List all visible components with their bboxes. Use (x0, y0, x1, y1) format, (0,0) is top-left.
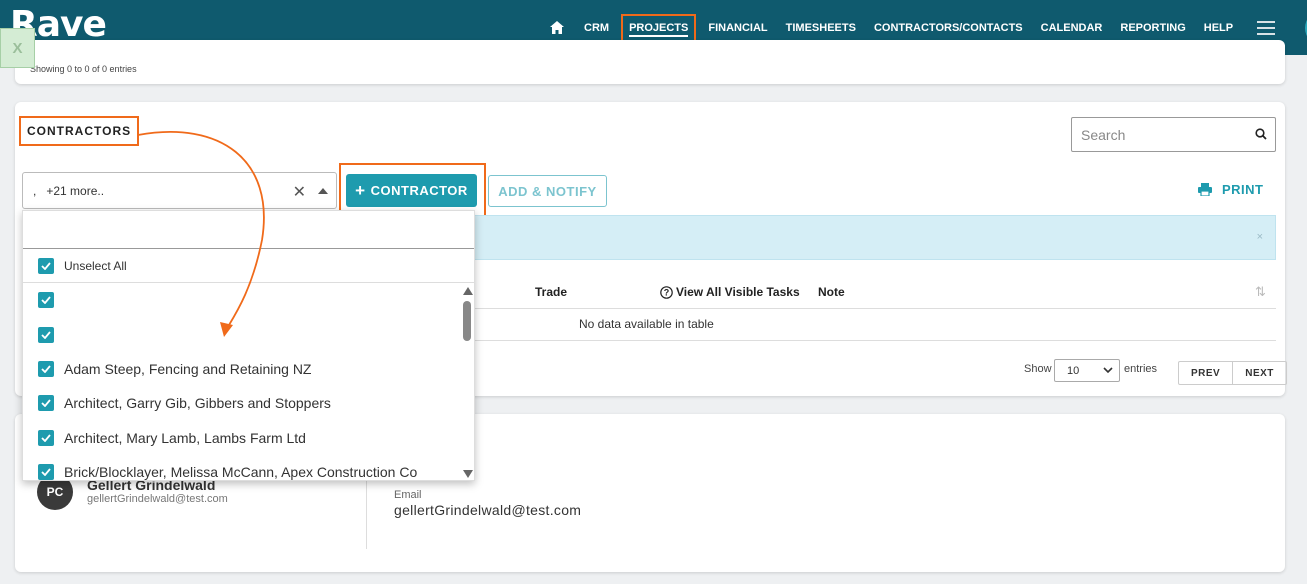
dropdown-scrollbar[interactable] (461, 283, 474, 480)
plus-icon: + (355, 180, 366, 200)
projects-card: Showing 0 to 0 of 0 entries (15, 40, 1285, 84)
email-value: gellertGrindelwald@test.com (394, 502, 582, 518)
table-divider (470, 308, 1276, 309)
dropdown-option[interactable] (23, 283, 463, 317)
dropdown-search-input[interactable] (23, 211, 474, 249)
email-label: Email (394, 489, 422, 501)
svg-text:?: ? (664, 287, 670, 297)
menu-icon[interactable] (1257, 20, 1276, 35)
close-overlay-button[interactable]: X (0, 28, 35, 68)
multiselect-dropdown: Unselect All Adam Steep, Fencing and Ret… (22, 210, 475, 481)
scroll-up-icon[interactable] (463, 287, 473, 295)
empty-table-message: No data available in table (579, 317, 714, 331)
prev-button[interactable]: PREV (1179, 362, 1232, 384)
nav-help[interactable]: HELP (1204, 22, 1233, 34)
page-size-select[interactable]: 10 (1054, 359, 1120, 382)
dropdown-options: Adam Steep, Fencing and Retaining NZ Arc… (23, 283, 463, 481)
page-size-value: 10 (1067, 364, 1080, 377)
column-view-all[interactable]: ? View All Visible Tasks (660, 285, 800, 299)
contact-email: gellertGrindelwald@test.com (87, 493, 228, 505)
search-input[interactable]: Search (1071, 117, 1276, 152)
checkbox-checked-icon[interactable] (38, 464, 54, 480)
printer-icon (1198, 183, 1212, 196)
checkbox-checked-icon[interactable] (38, 257, 54, 274)
option-label: Architect, Garry Gib, Gibbers and Stoppe… (64, 395, 331, 412)
clear-icon[interactable]: ✕ (293, 182, 306, 202)
checkbox-checked-icon[interactable] (38, 292, 54, 309)
dropdown-option[interactable]: Architect, Garry Gib, Gibbers and Stoppe… (23, 386, 463, 420)
nav-calendar[interactable]: CALENDAR (1041, 22, 1103, 34)
scroll-down-icon[interactable] (463, 470, 473, 478)
nav-timesheets[interactable]: TIMESHEETS (786, 22, 856, 34)
nav-financial[interactable]: FINANCIAL (708, 22, 767, 34)
pagination: PREV NEXT (1178, 361, 1287, 385)
caret-up-icon[interactable] (318, 188, 328, 194)
checkbox-checked-icon[interactable] (38, 395, 54, 412)
entries-info: Showing 0 to 0 of 0 entries (30, 64, 137, 74)
home-icon[interactable] (550, 21, 566, 35)
view-all-label: View All Visible Tasks (676, 285, 800, 299)
nav-contractors-contacts[interactable]: CONTRACTORS/CONTACTS (874, 22, 1023, 34)
checkbox-checked-icon[interactable] (38, 360, 54, 377)
help-icon: ? (660, 285, 673, 299)
contractors-title: CONTRACTORS (19, 116, 140, 146)
next-button[interactable]: NEXT (1232, 362, 1286, 384)
nav-crm[interactable]: CRM (584, 22, 609, 34)
checkbox-checked-icon[interactable] (38, 429, 54, 446)
column-note[interactable]: Note (818, 285, 845, 299)
nav-projects[interactable]: PROJECTS (621, 13, 697, 42)
unselect-all-option[interactable]: Unselect All (23, 249, 474, 283)
multiselect-value: , +21 more.. (33, 183, 105, 198)
dropdown-option[interactable]: Adam Steep, Fencing and Retaining NZ (23, 352, 463, 386)
option-label: Brick/Blocklayer, Melissa McCann, Apex C… (64, 464, 418, 481)
column-trade[interactable]: Trade (535, 285, 567, 299)
show-label: Show (1024, 363, 1052, 375)
nav-projects-label: PROJECTS (629, 21, 689, 34)
sort-icon[interactable]: ⇅ (1255, 284, 1266, 300)
active-underline (629, 34, 689, 37)
unselect-all-label: Unselect All (64, 258, 127, 273)
contractor-multiselect[interactable]: , +21 more.. ✕ (22, 172, 337, 209)
add-notify-button[interactable]: ADD & NOTIFY (488, 175, 607, 207)
search-placeholder: Search (1081, 126, 1126, 143)
search-icon[interactable] (1255, 128, 1267, 140)
dropdown-option[interactable]: Brick/Blocklayer, Melissa McCann, Apex C… (23, 455, 463, 481)
alert-close-icon[interactable]: × (1257, 231, 1263, 243)
option-label: Architect, Mary Lamb, Lambs Farm Ltd (64, 429, 306, 446)
add-contractor-label: CONTRACTOR (370, 183, 468, 198)
dropdown-option[interactable] (23, 317, 463, 351)
option-label: Adam Steep, Fencing and Retaining NZ (64, 360, 312, 377)
info-alert: × (470, 215, 1276, 260)
checkbox-checked-icon[interactable] (38, 326, 54, 343)
nav-reporting[interactable]: REPORTING (1120, 22, 1185, 34)
add-contractor-button[interactable]: + CONTRACTOR (346, 174, 477, 207)
print-button[interactable]: PRINT (1198, 182, 1264, 197)
chevron-down-icon (1103, 367, 1113, 374)
scroll-thumb[interactable] (463, 301, 471, 341)
dropdown-option[interactable]: Architect, Mary Lamb, Lambs Farm Ltd (23, 421, 463, 455)
table-divider (470, 340, 1276, 341)
print-label: PRINT (1222, 182, 1264, 197)
entries-label: entries (1124, 363, 1158, 375)
